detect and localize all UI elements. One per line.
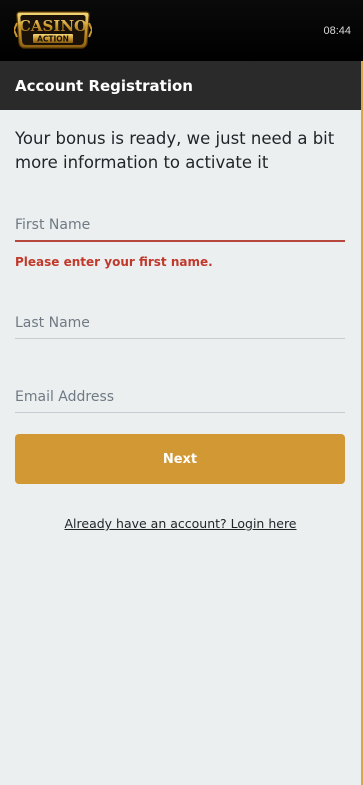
first-name-input[interactable] bbox=[15, 210, 345, 240]
login-link[interactable]: Already have an account? Login here bbox=[0, 516, 361, 531]
first-name-underline bbox=[15, 240, 345, 242]
top-bar: CASINO ACTION 08:44 bbox=[0, 0, 363, 61]
status-time: 08:44 bbox=[323, 25, 351, 37]
last-name-underline bbox=[15, 338, 345, 339]
logo-text-action: ACTION bbox=[37, 35, 69, 44]
email-group bbox=[15, 382, 345, 413]
casino-action-logo[interactable]: CASINO ACTION bbox=[14, 9, 92, 51]
page-title: Account Registration bbox=[15, 77, 193, 95]
last-name-group bbox=[15, 308, 345, 339]
registration-form: Your bonus is ready, we just need a bit … bbox=[0, 110, 361, 785]
email-underline bbox=[15, 412, 345, 413]
logo-text-casino: CASINO bbox=[19, 17, 87, 35]
email-input[interactable] bbox=[15, 382, 345, 412]
next-button[interactable]: Next bbox=[15, 434, 345, 484]
first-name-group bbox=[15, 210, 345, 242]
last-name-input[interactable] bbox=[15, 308, 345, 338]
intro-text: Your bonus is ready, we just need a bit … bbox=[15, 129, 335, 172]
page-header: Account Registration bbox=[0, 61, 361, 110]
first-name-error: Please enter your first name. bbox=[15, 255, 213, 269]
